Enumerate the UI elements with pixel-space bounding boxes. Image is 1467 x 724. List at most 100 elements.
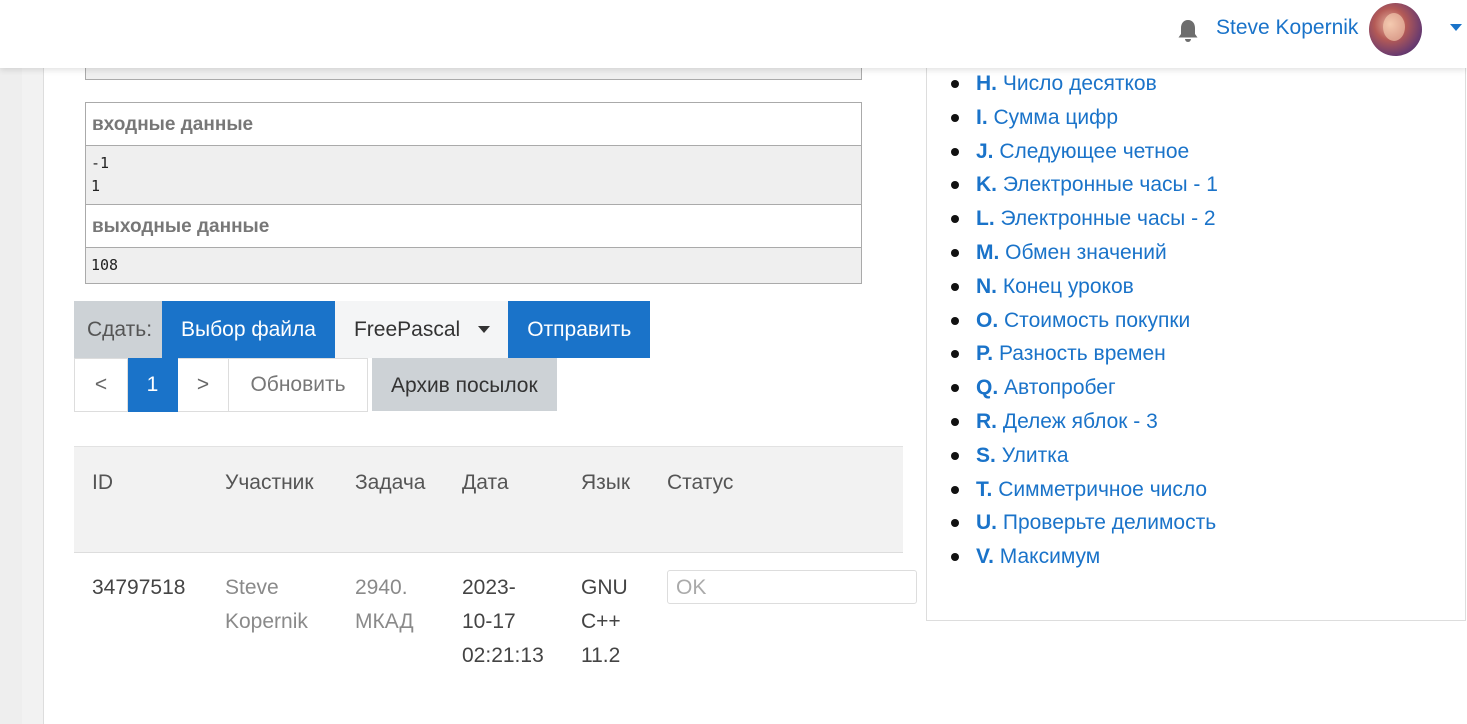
lang-line-3: 11.2 xyxy=(581,644,621,667)
problem-name: Стоимость покупки xyxy=(1004,308,1191,332)
refresh-button[interactable]: Обновить xyxy=(229,358,368,412)
problem-link[interactable]: H. Число десятков xyxy=(976,72,1157,95)
problem-name: Конец уроков xyxy=(1002,274,1134,298)
list-item: H. Число десятков xyxy=(951,67,1218,101)
problem-link[interactable]: J. Следующее четное xyxy=(976,140,1189,163)
list-item: M. Обмен значений xyxy=(951,236,1218,270)
problem-link[interactable]: P. Разность времен xyxy=(976,342,1166,365)
task-line-2: МКАД xyxy=(355,610,414,633)
problem-letter: U. xyxy=(976,511,997,535)
problem-link[interactable]: K. Электронные часы - 1 xyxy=(976,173,1218,196)
table-row: 34797518 Steve Kopernik 2940. МКАД 2023-… xyxy=(74,552,917,703)
problem-name: Сумма цифр xyxy=(993,105,1119,129)
list-item: Q. Автопробег xyxy=(951,371,1218,405)
problem-letter: K. xyxy=(976,173,997,197)
problem-letter: V. xyxy=(976,545,994,569)
language-select-value: FreePascal xyxy=(353,318,461,341)
participant-line-2: Kopernik xyxy=(225,610,308,633)
header-task: Задача xyxy=(355,471,426,494)
submission-language: GNU C++ 11.2 xyxy=(581,571,628,673)
problem-link[interactable]: S. Улитка xyxy=(976,444,1069,467)
problem-letter: R. xyxy=(976,409,997,433)
choose-file-button[interactable]: Выбор файла xyxy=(162,301,335,358)
header-status: Статус xyxy=(667,471,734,494)
problem-link[interactable]: L. Электронные часы - 2 xyxy=(976,207,1216,230)
user-name-link[interactable]: Steve Kopernik xyxy=(1216,16,1358,40)
list-item: J. Следующее четное xyxy=(951,135,1218,169)
header-language: Язык xyxy=(581,471,631,494)
list-item: K. Электронные часы - 1 xyxy=(951,168,1218,202)
problem-letter: M. xyxy=(976,240,1000,264)
top-navbar: Steve Kopernik xyxy=(0,0,1467,68)
problem-name: Симметричное число xyxy=(998,477,1208,501)
submissions-archive-button[interactable]: Архив посылок xyxy=(372,358,557,411)
problem-link[interactable]: T. Симметричное число xyxy=(976,478,1207,501)
problem-letter: O. xyxy=(976,308,999,332)
problem-name: Разность времен xyxy=(998,342,1166,366)
list-item: I. Сумма цифр xyxy=(951,101,1218,135)
notifications-bell-icon[interactable] xyxy=(1176,18,1200,44)
send-button[interactable]: Отправить xyxy=(508,301,651,358)
participant-line-1: Steve xyxy=(225,576,279,599)
list-item: L. Электронные часы - 2 xyxy=(951,202,1218,236)
submit-bar: Сдать: Выбор файла FreePascal Отправить xyxy=(74,301,651,358)
problem-letter: J. xyxy=(976,139,994,163)
problem-letter: N. xyxy=(976,274,997,298)
list-item: N. Конец уроков xyxy=(951,270,1218,304)
problem-letter: P. xyxy=(976,342,994,366)
list-item: V. Максимум xyxy=(951,540,1218,574)
submission-date: 2023- 10-17 02:21:13 xyxy=(462,571,544,673)
problem-letter: I. xyxy=(976,105,988,129)
user-menu-chevron-down-icon[interactable] xyxy=(1450,24,1462,31)
problem-link[interactable]: M. Обмен значений xyxy=(976,241,1167,264)
problems-list: H. Число десятков I. Сумма цифр J. Следующ… xyxy=(951,67,1218,574)
problem-letter: S. xyxy=(976,443,996,467)
problem-name: Электронные часы - 2 xyxy=(1000,207,1216,231)
page-next-button[interactable]: > xyxy=(178,358,229,412)
submission-id[interactable]: 34797518 xyxy=(92,571,185,605)
avatar[interactable] xyxy=(1369,3,1422,56)
lang-line-1: GNU xyxy=(581,576,628,599)
submit-label: Сдать: xyxy=(74,301,163,358)
header-participant: Участник xyxy=(225,471,314,494)
date-line-2: 10-17 xyxy=(462,610,516,633)
problem-name: Обмен значений xyxy=(1005,240,1167,264)
list-item: P. Разность времен xyxy=(951,337,1218,371)
problem-link[interactable]: V. Максимум xyxy=(976,545,1100,568)
page-left-strip xyxy=(0,0,22,724)
page-prev-button[interactable]: < xyxy=(74,358,128,412)
lang-line-2: C++ xyxy=(581,610,621,633)
problem-link[interactable]: I. Сумма цифр xyxy=(976,106,1118,129)
list-item: R. Дележ яблок - 3 xyxy=(951,405,1218,439)
submissions-table-header: ID Участник Задача Дата Язык Статус xyxy=(74,446,903,552)
problem-link[interactable]: N. Конец уроков xyxy=(976,275,1134,298)
pagination: < 1 > Обновить xyxy=(74,358,368,412)
problem-link[interactable]: R. Дележ яблок - 3 xyxy=(976,410,1158,433)
list-item: O. Стоимость покупки xyxy=(951,304,1218,338)
problem-name: Электронные часы - 1 xyxy=(1002,173,1218,197)
problem-letter: L. xyxy=(976,207,995,231)
submission-task[interactable]: 2940. МКАД xyxy=(355,571,414,639)
submission-participant[interactable]: Steve Kopernik xyxy=(225,571,308,639)
page-1-button[interactable]: 1 xyxy=(128,358,178,412)
problem-link[interactable]: O. Стоимость покупки xyxy=(976,309,1190,332)
problem-link[interactable]: U. Проверьте делимость xyxy=(976,511,1216,534)
problem-name: Проверьте делимость xyxy=(1002,511,1217,535)
problem-name: Автопробег xyxy=(1004,376,1116,400)
problem-letter: T. xyxy=(976,477,993,501)
problem-letter: Q. xyxy=(976,376,999,400)
sample-input-value: -1 1 xyxy=(86,146,861,205)
list-item: T. Симметричное число xyxy=(951,473,1218,507)
submission-status[interactable]: OK xyxy=(667,570,917,604)
problem-name: Дележ яблок - 3 xyxy=(1002,409,1158,433)
header-id: ID xyxy=(92,471,113,494)
problem-name: Следующее четное xyxy=(999,139,1190,163)
list-item: U. Проверьте делимость xyxy=(951,506,1218,540)
sample-test: входные данные -1 1 выходные данные 108 xyxy=(85,102,862,284)
header-date: Дата xyxy=(462,471,509,494)
language-select[interactable]: FreePascal xyxy=(334,301,509,358)
sample-output-title: выходные данные xyxy=(86,205,861,248)
problem-link[interactable]: Q. Автопробег xyxy=(976,376,1116,399)
problem-letter: H. xyxy=(976,72,997,95)
problem-name: Число десятков xyxy=(1002,72,1157,95)
